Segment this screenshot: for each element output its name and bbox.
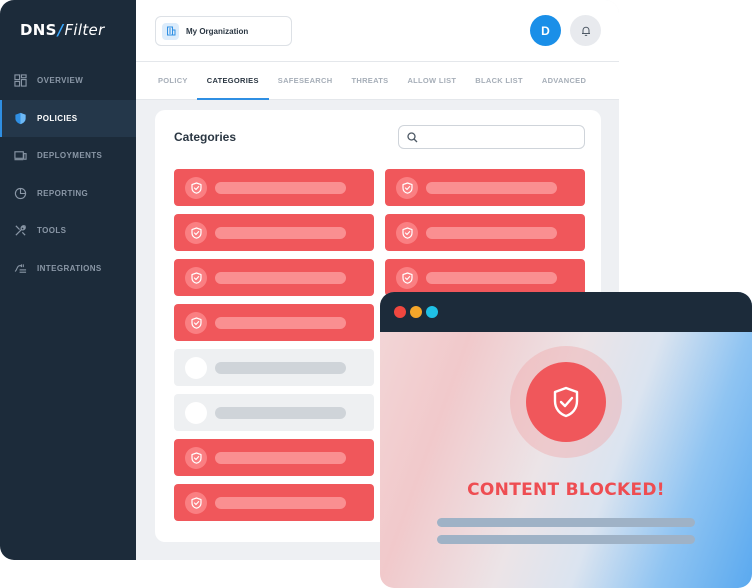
sidebar-item-label: REPORTING: [37, 188, 89, 198]
placeholder-line: [437, 518, 695, 527]
top-header: My Organization D: [136, 0, 619, 62]
shield-check-icon: [185, 311, 207, 334]
minimize-window-dot[interactable]: [410, 306, 422, 318]
category-label-placeholder: [426, 181, 557, 194]
category-row[interactable]: [174, 484, 374, 521]
tab-safesearch[interactable]: SAFESEARCH: [278, 62, 333, 100]
tab-threats[interactable]: THREATS: [351, 62, 388, 100]
sidebar-item-integrations[interactable]: INTEGRATIONS: [0, 250, 136, 288]
category-label-placeholder: [215, 271, 346, 284]
shield-icon: [14, 112, 27, 125]
user-avatar[interactable]: D: [530, 15, 561, 46]
bell-icon: [581, 26, 590, 36]
category-row[interactable]: [174, 394, 374, 431]
shield-check-icon: [185, 266, 207, 289]
tab-policy[interactable]: POLICY: [158, 62, 188, 100]
sidebar-item-label: TOOLS: [37, 226, 67, 236]
sidebar-item-label: POLICIES: [37, 113, 78, 123]
building-icon: [162, 22, 179, 40]
shield-check-icon: [185, 176, 207, 199]
blocked-shield-badge: [526, 362, 606, 442]
content-blocked-message: CONTENT BLOCKED!: [467, 480, 665, 500]
shield-check-icon: [396, 266, 418, 289]
shield-check-icon: [185, 491, 207, 514]
shield-check-icon: [185, 446, 207, 469]
category-row[interactable]: [174, 169, 374, 206]
sidebar-item-overview[interactable]: OVERVIEW: [0, 62, 136, 100]
sidebar-item-label: DEPLOYMENTS: [37, 151, 103, 161]
organization-name: My Organization: [186, 26, 249, 36]
category-row[interactable]: [385, 169, 585, 206]
dnsfilter-logo: DNS/Filter: [20, 21, 105, 39]
category-row[interactable]: [385, 214, 585, 251]
sidebar-item-deployments[interactable]: DEPLOYMENTS: [0, 137, 136, 175]
tools-icon: [14, 224, 27, 237]
grid-icon: [14, 74, 27, 87]
category-label-placeholder: [215, 181, 346, 194]
search-icon: [407, 131, 418, 142]
sidebar: DNS/Filter OVERVIEW POLICIES DEPLOYMENTS: [0, 0, 136, 560]
category-label-placeholder: [215, 496, 346, 509]
category-label-placeholder: [215, 361, 346, 374]
sidebar-item-tools[interactable]: TOOLS: [0, 212, 136, 250]
blocked-browser-window: CONTENT BLOCKED!: [380, 292, 752, 588]
plug-icon: [14, 262, 27, 275]
category-row[interactable]: [174, 439, 374, 476]
organization-selector[interactable]: My Organization: [155, 16, 292, 46]
category-label-placeholder: [215, 226, 346, 239]
close-window-dot[interactable]: [394, 306, 406, 318]
category-label-placeholder: [215, 316, 346, 329]
placeholder-line: [437, 535, 695, 544]
shield-check-icon: [553, 386, 579, 418]
panel-title: Categories: [174, 130, 237, 144]
category-search[interactable]: [398, 125, 585, 149]
shield-check-icon: [396, 221, 418, 244]
category-row[interactable]: [174, 214, 374, 251]
policy-tabs: POLICY CATEGORIES SAFESEARCH THREATS ALL…: [136, 62, 619, 100]
toggle-circle[interactable]: [185, 356, 207, 379]
category-row[interactable]: [174, 259, 374, 296]
category-label-placeholder: [426, 271, 557, 284]
sidebar-item-label: OVERVIEW: [37, 76, 84, 86]
search-input[interactable]: [424, 132, 574, 142]
category-row[interactable]: [174, 304, 374, 341]
shield-check-icon: [185, 221, 207, 244]
sidebar-item-reporting[interactable]: REPORTING: [0, 175, 136, 213]
pie-chart-icon: [14, 187, 27, 200]
tab-black-list[interactable]: BLACK LIST: [475, 62, 523, 100]
notifications-button[interactable]: [570, 15, 601, 46]
sidebar-item-policies[interactable]: POLICIES: [0, 99, 136, 137]
browser-titlebar: [380, 292, 752, 332]
sidebar-nav: OVERVIEW POLICIES DEPLOYMENTS REPORTING: [0, 62, 136, 287]
category-row[interactable]: [174, 349, 374, 386]
shield-check-icon: [396, 176, 418, 199]
tab-allow-list[interactable]: ALLOW LIST: [407, 62, 456, 100]
devices-icon: [14, 149, 27, 162]
maximize-window-dot[interactable]: [426, 306, 438, 318]
category-label-placeholder: [426, 226, 557, 239]
toggle-circle[interactable]: [185, 401, 207, 424]
category-label-placeholder: [215, 451, 346, 464]
category-row[interactable]: [385, 259, 585, 296]
sidebar-item-label: INTEGRATIONS: [37, 263, 102, 273]
tab-advanced[interactable]: ADVANCED: [542, 62, 586, 100]
category-label-placeholder: [215, 406, 346, 419]
tab-categories[interactable]: CATEGORIES: [196, 62, 269, 100]
